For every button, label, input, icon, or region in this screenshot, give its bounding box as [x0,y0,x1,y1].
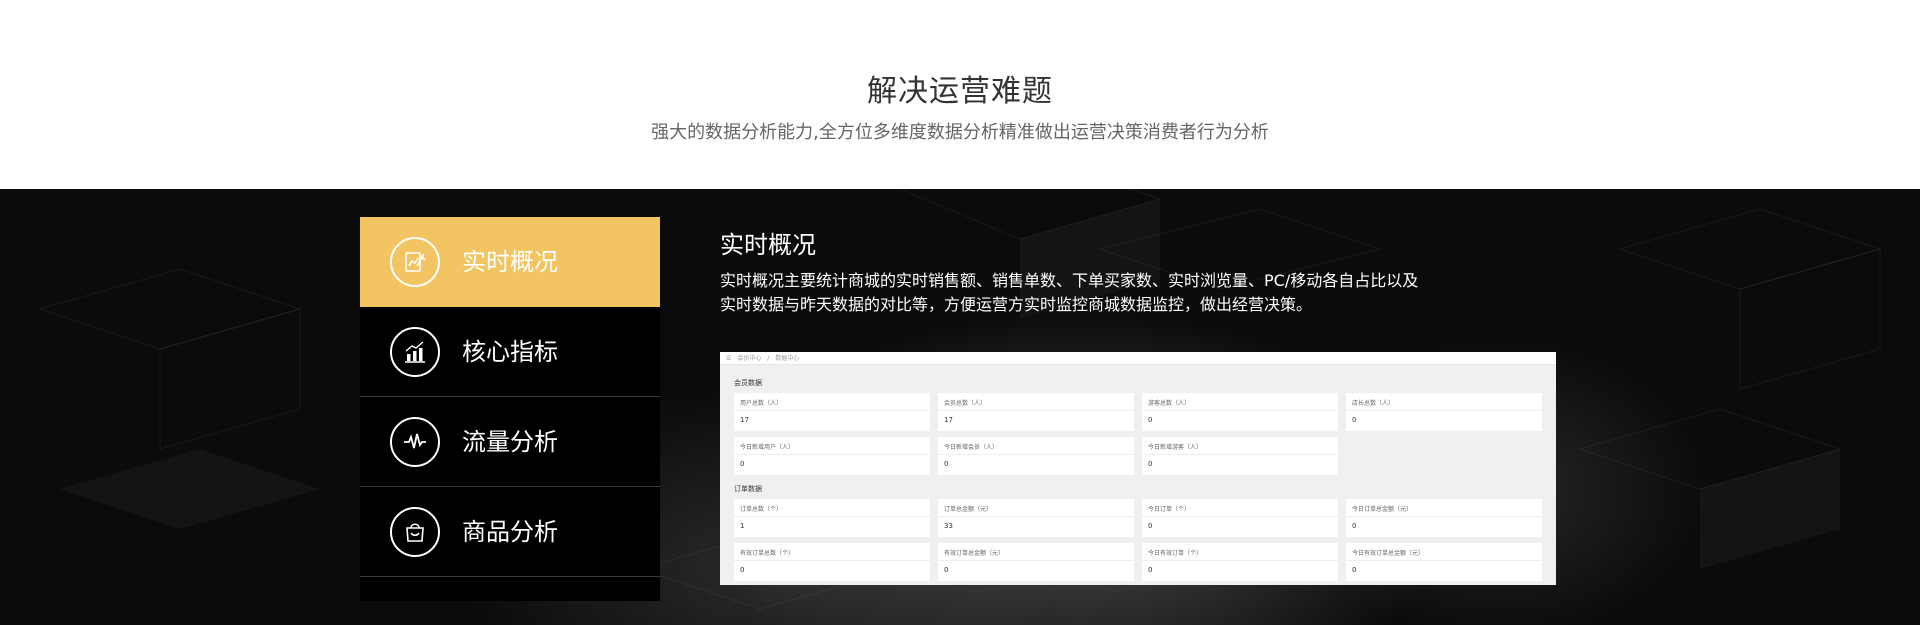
member-section-label: 会员数据 [734,379,762,387]
stat-card: 订单总金额（元） 33 [938,499,1134,537]
divider [734,454,930,455]
divider [734,560,930,561]
stat-value: 0 [1352,416,1357,424]
stat-label: 今日订单（个） [1148,506,1191,513]
stat-label: 今日新增会员（人） [944,444,999,451]
detail-description: 实时概况主要统计商城的实时销售额、销售单数、下单买家数、实时浏览量、PC/移动各… [720,271,1419,314]
stat-value: 0 [944,460,949,468]
menu-item-label: 流量分析 [462,428,558,456]
stat-card: 有效订单总数（个） 0 [734,543,930,581]
stat-card: 今日新增会员（人） 0 [938,437,1134,475]
stat-label: 今日新增游客（人） [1148,444,1203,451]
stat-card: 今日订单总金额（元） 0 [1346,499,1542,537]
divider [1346,410,1542,411]
menu-item-label: 实时概况 [462,248,558,276]
stat-value: 0 [1352,522,1357,530]
breadcrumb-separator: / [767,355,770,362]
detail-title: 实时概况 [720,231,816,259]
stat-card: 用户总数（人） 17 [734,393,930,431]
divider [938,560,1134,561]
section-subtitle: 强大的数据分析能力,全方位多维度数据分析精准做出运营决策消费者行为分析 [651,122,1269,143]
menu-item-product-analysis[interactable]: 商品分析 [360,487,660,577]
stat-value: 0 [740,460,745,468]
stat-value: 1 [740,522,745,530]
section-title: 解决运营难题 [867,74,1053,109]
divider [938,454,1134,455]
divider [1142,410,1338,411]
stat-card: 今日新增用户（人） 0 [734,437,930,475]
stat-label: 用户总数（人） [740,400,783,407]
stat-card: 有效订单总金额（元） 0 [938,543,1134,581]
breadcrumb-item: 数据中心 [775,355,800,362]
feature-band: 实时概况 核心指标 流量分析 商品分析 实时概况 实时概况主要统计商城的实时销售… [0,189,1920,625]
breadcrumb-item: 会员中心 [737,355,762,362]
menu-item-label: 商品分析 [462,518,558,546]
stat-card: 会员总数（人） 17 [938,393,1134,431]
divider [1142,516,1338,517]
stat-card: 今日有效订单（个） 0 [1142,543,1338,581]
order-section-label: 订单数据 [734,485,762,493]
stat-card: 今日有效订单总金额（元） 0 [1346,543,1542,581]
stat-label: 今日有效订单总金额（元） [1352,550,1425,557]
stat-label: 今日有效订单（个） [1148,550,1203,557]
menu-item-realtime-overview[interactable]: 实时概况 [360,217,660,307]
divider [1346,560,1542,561]
divider [938,516,1134,517]
divider [938,410,1134,411]
stat-value: 0 [1148,460,1153,468]
divider [1142,560,1338,561]
stat-label: 今日订单总金额（元） [1352,506,1413,513]
stat-value: 0 [1352,566,1357,574]
stat-card: 今日订单（个） 0 [1142,499,1338,537]
chart-pen-icon [390,237,440,287]
feature-menu: 实时概况 核心指标 流量分析 商品分析 [360,217,660,601]
dashboard-screenshot: ☰ 会员中心 / 数据中心 会员数据 用户总数（人） 17 会员总数（人） 17… [720,352,1556,585]
menu-icon: ☰ [726,355,732,362]
stat-label: 有效订单总金额（元） [944,550,1005,557]
divider [734,410,930,411]
stat-value: 0 [740,566,745,574]
top-section: 解决运营难题 强大的数据分析能力,全方位多维度数据分析精准做出运营决策消费者行为… [0,0,1920,189]
stat-card: 订单总数（个） 1 [734,499,930,537]
stat-value: 33 [944,522,953,530]
stat-label: 游客总数（人） [1148,400,1191,407]
stat-card: 店长总数（人） 0 [1346,393,1542,431]
stat-label: 订单总数（个） [740,506,783,513]
stat-value: 0 [944,566,949,574]
stat-value: 0 [1148,416,1153,424]
stat-card: 今日新增游客（人） 0 [1142,437,1338,475]
divider [1142,454,1338,455]
bar-chart-icon [390,327,440,377]
stat-label: 订单总金额（元） [944,506,993,513]
divider [1346,516,1542,517]
menu-item-label: 核心指标 [462,338,558,366]
stat-card: 游客总数（人） 0 [1142,393,1338,431]
divider [734,516,930,517]
stat-value: 17 [740,416,749,424]
stat-label: 有效订单总数（个） [740,550,795,557]
shopping-bag-icon [390,507,440,557]
breadcrumb: ☰ 会员中心 / 数据中心 [720,352,1556,365]
stat-value: 0 [1148,566,1153,574]
stat-label: 店长总数（人） [1352,400,1395,407]
menu-item-traffic-analysis[interactable]: 流量分析 [360,397,660,487]
pulse-icon [390,417,440,467]
stat-label: 会员总数（人） [944,400,987,407]
menu-item-core-metrics[interactable]: 核心指标 [360,307,660,397]
stat-value: 17 [944,416,953,424]
stat-label: 今日新增用户（人） [740,444,795,451]
stat-value: 0 [1148,522,1153,530]
